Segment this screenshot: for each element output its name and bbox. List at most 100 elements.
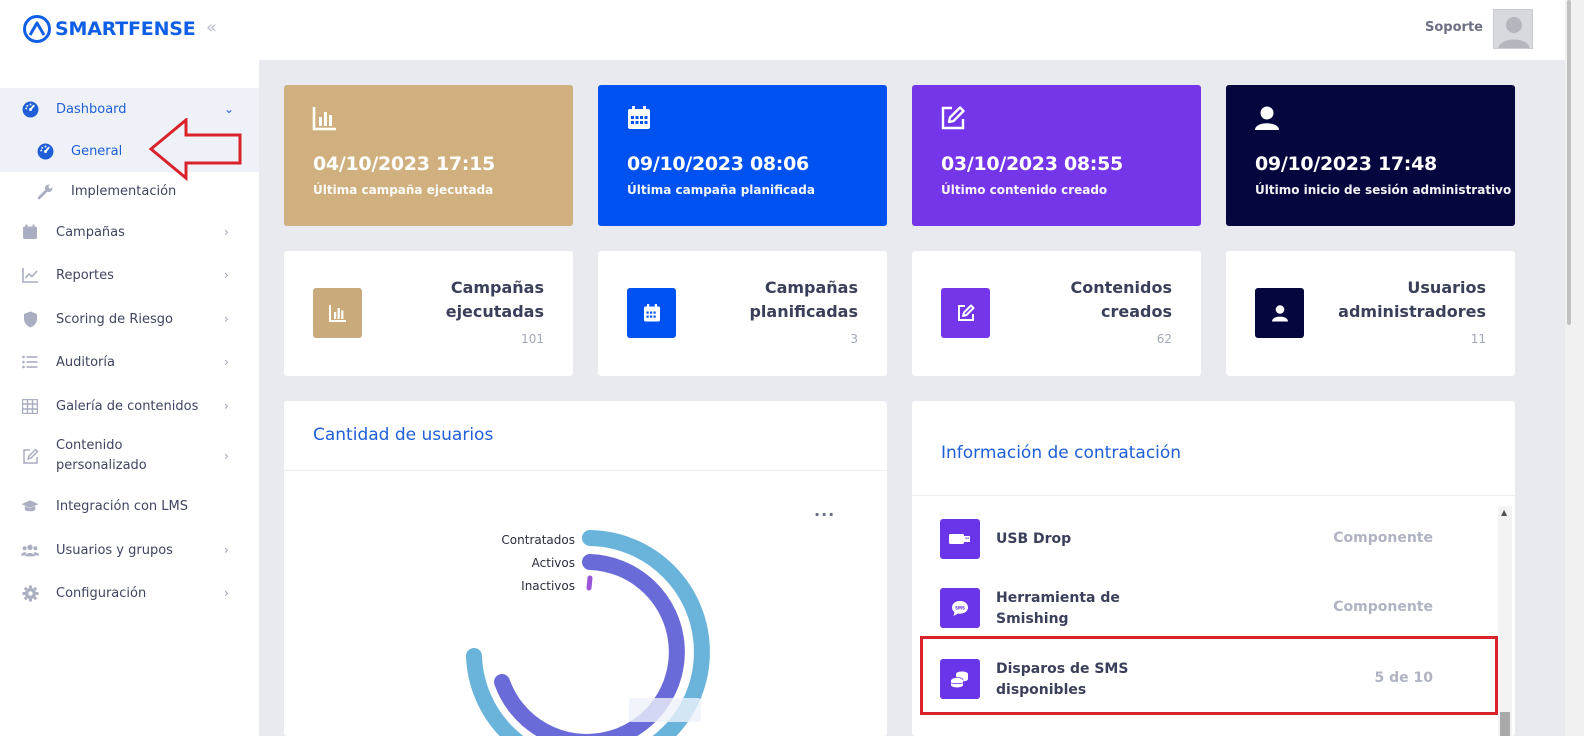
users-radial-chart: [466, 530, 710, 736]
sidebar-item-contenido-personalizado[interactable]: Contenido personalizado ›: [0, 435, 259, 477]
chevron-right-icon: ›: [224, 225, 229, 239]
dashboard-gauge-icon: [21, 100, 39, 118]
chevron-right-icon: ›: [224, 355, 229, 369]
edit-icon: [941, 106, 965, 130]
sidebar-item-galeria-de-contenidos[interactable]: Galería de contenidos ›: [0, 385, 259, 427]
sidebar-item-label: Configuración: [56, 585, 147, 601]
stat-card-last-content: 03/10/2023 08:55 Último contenido creado: [912, 85, 1201, 226]
panel-title: Información de contratación: [941, 443, 1182, 463]
graduation-cap-icon: [21, 497, 39, 515]
panel-title: Cantidad de usuarios: [313, 425, 494, 445]
stat-label: Último contenido creado: [941, 183, 1108, 197]
shield-icon: [21, 310, 39, 328]
stat-card-last-login: 09/10/2023 17:48 Último inicio de sesión…: [1226, 85, 1515, 226]
sidebar-item-label: Reportes: [56, 267, 114, 283]
stat-label: Última campaña planificada: [627, 183, 815, 197]
sidebar-item-configuracion[interactable]: Configuración ›: [0, 572, 259, 614]
contract-panel-scrollbar-thumb[interactable]: [1500, 712, 1510, 736]
sidebar-item-scoring-de-riesgo[interactable]: Scoring de Riesgo ›: [0, 298, 259, 340]
metric-count: 101: [521, 332, 544, 346]
page-scrollbar-thumb[interactable]: [1567, 0, 1571, 325]
sidebar-item-label: Scoring de Riesgo: [56, 311, 173, 327]
stat-value: 03/10/2023 08:55: [941, 153, 1123, 175]
user-avatar-icon: [1498, 17, 1530, 48]
brand-logo[interactable]: SMARTFENSE: [22, 14, 196, 44]
metric-card-planned-campaigns: Campañas planificadas 3: [598, 251, 887, 376]
avatar[interactable]: [1493, 9, 1533, 49]
service-value: Componente: [1333, 599, 1433, 615]
calendar-icon: [21, 223, 39, 241]
sidebar-item-label: Contenido personalizado: [56, 438, 147, 473]
edit-icon: [941, 288, 990, 338]
users-icon: [21, 541, 39, 559]
user-icon: [1255, 106, 1279, 130]
chart-tooltip: [629, 698, 701, 722]
metric-count: 3: [850, 332, 858, 346]
stat-card-last-planned: 09/10/2023 08:06 Última campaña planific…: [598, 85, 887, 226]
top-bar: Soporte: [259, 0, 1565, 60]
service-name: Herramienta de Smishing: [996, 590, 1120, 627]
smartfense-logo-icon: [23, 15, 51, 43]
sidebar-item-auditoria[interactable]: Auditoría ›: [0, 341, 259, 383]
stat-value: 09/10/2023 08:06: [627, 153, 809, 175]
sms-bubble-icon: SMS: [940, 588, 980, 628]
dashboard-gauge-icon: [36, 142, 54, 160]
panel-divider: [912, 495, 1515, 496]
gear-icon: [21, 584, 39, 602]
user-icon: [1255, 288, 1304, 338]
users-count-panel: Cantidad de usuarios ··· Contratados Act…: [284, 401, 887, 736]
sidebar: SMARTFENSE « Dashboard ⌄ General Impleme…: [0, 0, 259, 736]
brand-name: SMARTFENSE: [55, 18, 196, 40]
sidebar-item-label: Campañas: [56, 224, 125, 240]
metric-title: Usuarios administradores: [1338, 278, 1486, 321]
sidebar-item-campanas[interactable]: Campañas ›: [0, 211, 259, 253]
usb-icon: [940, 519, 980, 559]
chevron-right-icon: ›: [224, 268, 229, 282]
wrench-icon: [36, 182, 54, 200]
sidebar-item-label: Auditoría: [56, 354, 115, 370]
metric-card-executed-campaigns: Campañas ejecutadas 101: [284, 251, 573, 376]
chevron-right-icon: ›: [224, 312, 229, 326]
chart-legend: Contratados Activos Inactivos: [501, 529, 575, 598]
edit-icon: [21, 447, 39, 465]
more-horizontal-icon[interactable]: ···: [814, 505, 835, 524]
sidebar-item-label: General: [71, 143, 123, 159]
annotation-highlight-box: [920, 636, 1498, 715]
calendar-icon: [628, 106, 650, 129]
chart-line-icon: [21, 266, 39, 284]
metric-title: Campañas ejecutadas: [445, 278, 544, 321]
annotation-arrow: [148, 118, 242, 182]
list-icon: [21, 353, 39, 371]
sidebar-item-usuarios-y-grupos[interactable]: Usuarios y grupos ›: [0, 529, 259, 571]
metric-card-admin-users: Usuarios administradores 11: [1226, 251, 1515, 376]
metric-title: Contenidos creados: [1070, 278, 1172, 321]
metric-count: 62: [1156, 332, 1172, 346]
list-item: USB Drop Componente: [940, 519, 1460, 559]
chevron-right-icon: ›: [224, 586, 229, 600]
collapse-sidebar-icon[interactable]: «: [206, 18, 226, 38]
stat-value: 04/10/2023 17:15: [313, 153, 495, 175]
chart-ring-inactivos: [586, 575, 593, 591]
list-item: SMS Herramienta de Smishing Componente: [940, 588, 1460, 628]
sidebar-item-integracion-lms[interactable]: Integración con LMS: [0, 485, 259, 527]
stat-label: Última campaña ejecutada: [313, 183, 494, 197]
chevron-down-icon: ⌄: [224, 102, 235, 116]
legend-item-activos: Activos: [531, 556, 575, 570]
sidebar-item-reportes[interactable]: Reportes ›: [0, 254, 259, 296]
bar-chart-icon: [313, 288, 362, 338]
svg-text:SMS: SMS: [955, 605, 965, 610]
chevron-right-icon: ›: [224, 449, 229, 463]
sidebar-item-label: Dashboard: [56, 101, 127, 117]
stat-card-last-executed: 04/10/2023 17:15 Última campaña ejecutad…: [284, 85, 573, 226]
calendar-icon: [627, 288, 676, 338]
chevron-right-icon: ›: [224, 543, 229, 557]
contract-panel-scrollbar[interactable]: ▲: [1498, 506, 1512, 736]
stat-label: Último inicio de sesión administrativo: [1255, 183, 1512, 197]
user-name[interactable]: Soporte: [1425, 20, 1483, 35]
sidebar-item-label: Usuarios y grupos: [56, 542, 173, 558]
sidebar-item-label: Integración con LMS: [56, 498, 188, 514]
chevron-right-icon: ›: [224, 399, 229, 413]
legend-item-inactivos: Inactivos: [521, 579, 575, 593]
scroll-up-arrow-icon[interactable]: ▲: [1501, 508, 1507, 517]
bar-chart-icon: [312, 107, 336, 131]
